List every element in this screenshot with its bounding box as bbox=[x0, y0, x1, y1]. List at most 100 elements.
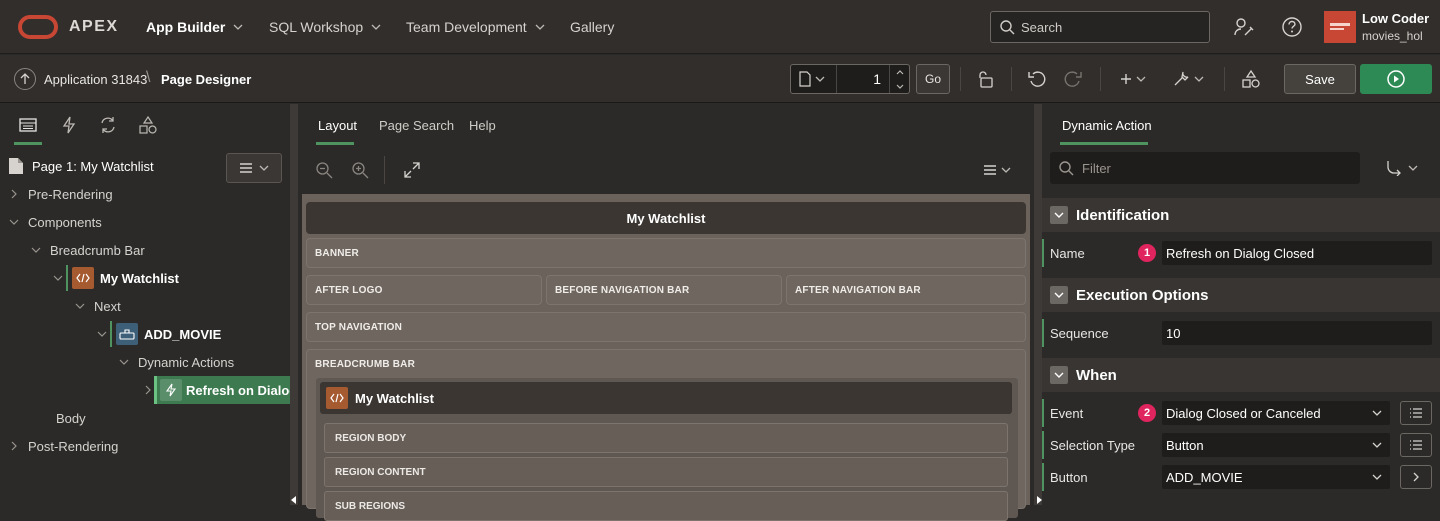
wrench-icon bbox=[1174, 71, 1189, 86]
oracle-logo-icon[interactable] bbox=[18, 15, 58, 39]
position-before-navigation-bar[interactable]: BEFORE NAVIGATION BAR bbox=[546, 275, 782, 305]
property-event: Event 2 Dialog Closed or Canceled bbox=[1042, 397, 1440, 429]
page-number-input[interactable]: 1 bbox=[837, 71, 889, 87]
tree-components[interactable]: Components bbox=[8, 208, 102, 236]
help-icon[interactable] bbox=[1281, 16, 1303, 38]
utilities-menu-button[interactable] bbox=[1170, 68, 1206, 90]
page-stepper[interactable] bbox=[889, 65, 909, 93]
position-banner[interactable]: BANNER bbox=[306, 238, 1026, 268]
processing-tab-icon[interactable] bbox=[99, 116, 117, 134]
position-region-body[interactable]: REGION BODY bbox=[324, 423, 1008, 453]
chevron-right-icon[interactable] bbox=[8, 441, 20, 451]
user-avatar[interactable] bbox=[1324, 11, 1356, 43]
list-picker-button[interactable] bbox=[1400, 433, 1432, 457]
tree-menu-button[interactable] bbox=[226, 153, 282, 183]
group-identification[interactable]: Identification bbox=[1042, 198, 1440, 232]
breadcrumb-application[interactable]: Application 31843 bbox=[44, 72, 147, 87]
tree-page-node[interactable]: Page 1: My Watchlist bbox=[8, 152, 154, 180]
nav-app-builder[interactable]: App Builder bbox=[146, 19, 243, 35]
position-region-content[interactable]: REGION CONTENT bbox=[324, 457, 1008, 487]
nav-gallery[interactable]: Gallery bbox=[570, 19, 614, 35]
chevron-down-icon[interactable] bbox=[52, 275, 64, 281]
layout-canvas[interactable]: My Watchlist BANNER AFTER LOGO BEFORE NA… bbox=[302, 194, 1030, 521]
chevron-down-icon[interactable] bbox=[96, 331, 108, 337]
tree-dynamic-actions[interactable]: Dynamic Actions bbox=[118, 348, 234, 376]
tree-add-movie-button[interactable]: ADD_MOVIE bbox=[96, 320, 221, 348]
tree-my-watchlist-region[interactable]: My Watchlist bbox=[52, 264, 179, 292]
nav-team-development[interactable]: Team Development bbox=[406, 19, 545, 35]
dynamic-actions-tab-icon[interactable] bbox=[60, 116, 78, 134]
chevron-right-icon[interactable] bbox=[8, 189, 20, 199]
arrow-up-icon[interactable] bbox=[14, 68, 36, 90]
lock-icon[interactable] bbox=[975, 68, 997, 90]
run-page-button[interactable] bbox=[1360, 64, 1432, 94]
tree-pre-rendering[interactable]: Pre-Rendering bbox=[8, 180, 113, 208]
tree-post-rendering[interactable]: Post-Rendering bbox=[8, 432, 118, 460]
page-number-selector[interactable]: 1 bbox=[790, 64, 910, 94]
create-menu-button[interactable] bbox=[1117, 68, 1149, 90]
zoom-in-icon[interactable] bbox=[350, 160, 370, 180]
step-badge: 2 bbox=[1138, 404, 1156, 422]
group-when[interactable]: When bbox=[1042, 358, 1440, 392]
go-to-button-button[interactable] bbox=[1400, 465, 1432, 489]
group-execution-options[interactable]: Execution Options bbox=[1042, 278, 1440, 312]
tree-page-label: Page 1: My Watchlist bbox=[32, 158, 154, 174]
chevron-down-icon[interactable] bbox=[74, 303, 86, 309]
region-header[interactable]: My Watchlist bbox=[320, 382, 1012, 414]
tree-selected-row[interactable]: Refresh on Dialog Closed bbox=[154, 376, 290, 404]
administration-icon[interactable] bbox=[1232, 16, 1256, 38]
chevron-down-icon[interactable] bbox=[30, 247, 42, 253]
position-after-logo[interactable]: AFTER LOGO bbox=[306, 275, 542, 305]
page-title-bar[interactable]: My Watchlist bbox=[306, 202, 1026, 234]
tree-body[interactable]: Body bbox=[56, 404, 86, 432]
redo-icon[interactable] bbox=[1062, 68, 1084, 90]
region-my-watchlist[interactable]: My Watchlist REGION BODY REGION CONTENT … bbox=[316, 378, 1018, 521]
position-sub-regions[interactable]: SUB REGIONS bbox=[324, 491, 1008, 521]
tab-layout[interactable]: Layout bbox=[318, 118, 357, 133]
right-splitter[interactable] bbox=[1034, 104, 1042, 505]
selection-type-select[interactable]: Button bbox=[1162, 433, 1390, 457]
save-button[interactable]: Save bbox=[1284, 64, 1356, 94]
position-top-navigation[interactable]: TOP NAVIGATION bbox=[306, 312, 1026, 342]
event-select[interactable]: Dialog Closed or Canceled bbox=[1162, 401, 1390, 425]
chevron-left-icon[interactable] bbox=[291, 496, 297, 504]
global-search-input[interactable]: Search bbox=[990, 11, 1210, 43]
layout-menu-button[interactable] bbox=[982, 160, 1012, 180]
nav-sql-workshop[interactable]: SQL Workshop bbox=[269, 19, 381, 35]
rendering-tab-icon[interactable] bbox=[19, 116, 37, 134]
required-indicator bbox=[1042, 431, 1044, 459]
left-splitter[interactable] bbox=[290, 104, 298, 505]
tab-dynamic-action[interactable]: Dynamic Action bbox=[1062, 118, 1152, 133]
chevron-right-icon[interactable] bbox=[142, 385, 154, 395]
tree-da-expander[interactable] bbox=[142, 376, 162, 404]
chevron-down-icon[interactable] bbox=[118, 359, 130, 365]
collapse-icon[interactable] bbox=[1050, 366, 1068, 384]
button-select[interactable]: ADD_MOVIE bbox=[1162, 465, 1390, 489]
list-picker-button[interactable] bbox=[1400, 401, 1432, 425]
tree-breadcrumb-bar[interactable]: Breadcrumb Bar bbox=[30, 236, 145, 264]
name-field[interactable]: Refresh on Dialog Closed bbox=[1162, 241, 1432, 265]
undo-icon[interactable] bbox=[1026, 68, 1048, 90]
top-navigation-bar: APEX App Builder SQL Workshop Team Devel… bbox=[0, 0, 1440, 54]
go-to-group-button[interactable] bbox=[1386, 160, 1418, 176]
apex-brand[interactable]: APEX bbox=[69, 18, 119, 36]
shared-components-tab-icon[interactable] bbox=[139, 116, 157, 134]
zoom-out-icon[interactable] bbox=[314, 160, 334, 180]
property-filter-input[interactable]: Filter bbox=[1050, 152, 1360, 184]
expand-icon[interactable] bbox=[402, 160, 422, 180]
shared-components-icon[interactable] bbox=[1240, 68, 1262, 90]
chevron-up-icon[interactable] bbox=[896, 69, 904, 75]
collapse-icon[interactable] bbox=[1050, 206, 1068, 224]
sequence-field[interactable]: 10 bbox=[1162, 321, 1432, 345]
position-after-navigation-bar[interactable]: AFTER NAVIGATION BAR bbox=[786, 275, 1026, 305]
collapse-icon[interactable] bbox=[1050, 286, 1068, 304]
tab-help[interactable]: Help bbox=[469, 118, 496, 133]
page-selector-button[interactable] bbox=[791, 65, 837, 93]
tree-next-position[interactable]: Next bbox=[74, 292, 121, 320]
go-button[interactable]: Go bbox=[916, 64, 950, 94]
tab-page-search[interactable]: Page Search bbox=[379, 118, 454, 133]
chevron-down-icon[interactable] bbox=[896, 84, 904, 89]
user-name[interactable]: Low Coder bbox=[1362, 11, 1429, 26]
chevron-down-icon[interactable] bbox=[8, 219, 20, 225]
page-designer-toolbar: Application 31843 \ Page Designer 1 Go S… bbox=[0, 55, 1440, 103]
